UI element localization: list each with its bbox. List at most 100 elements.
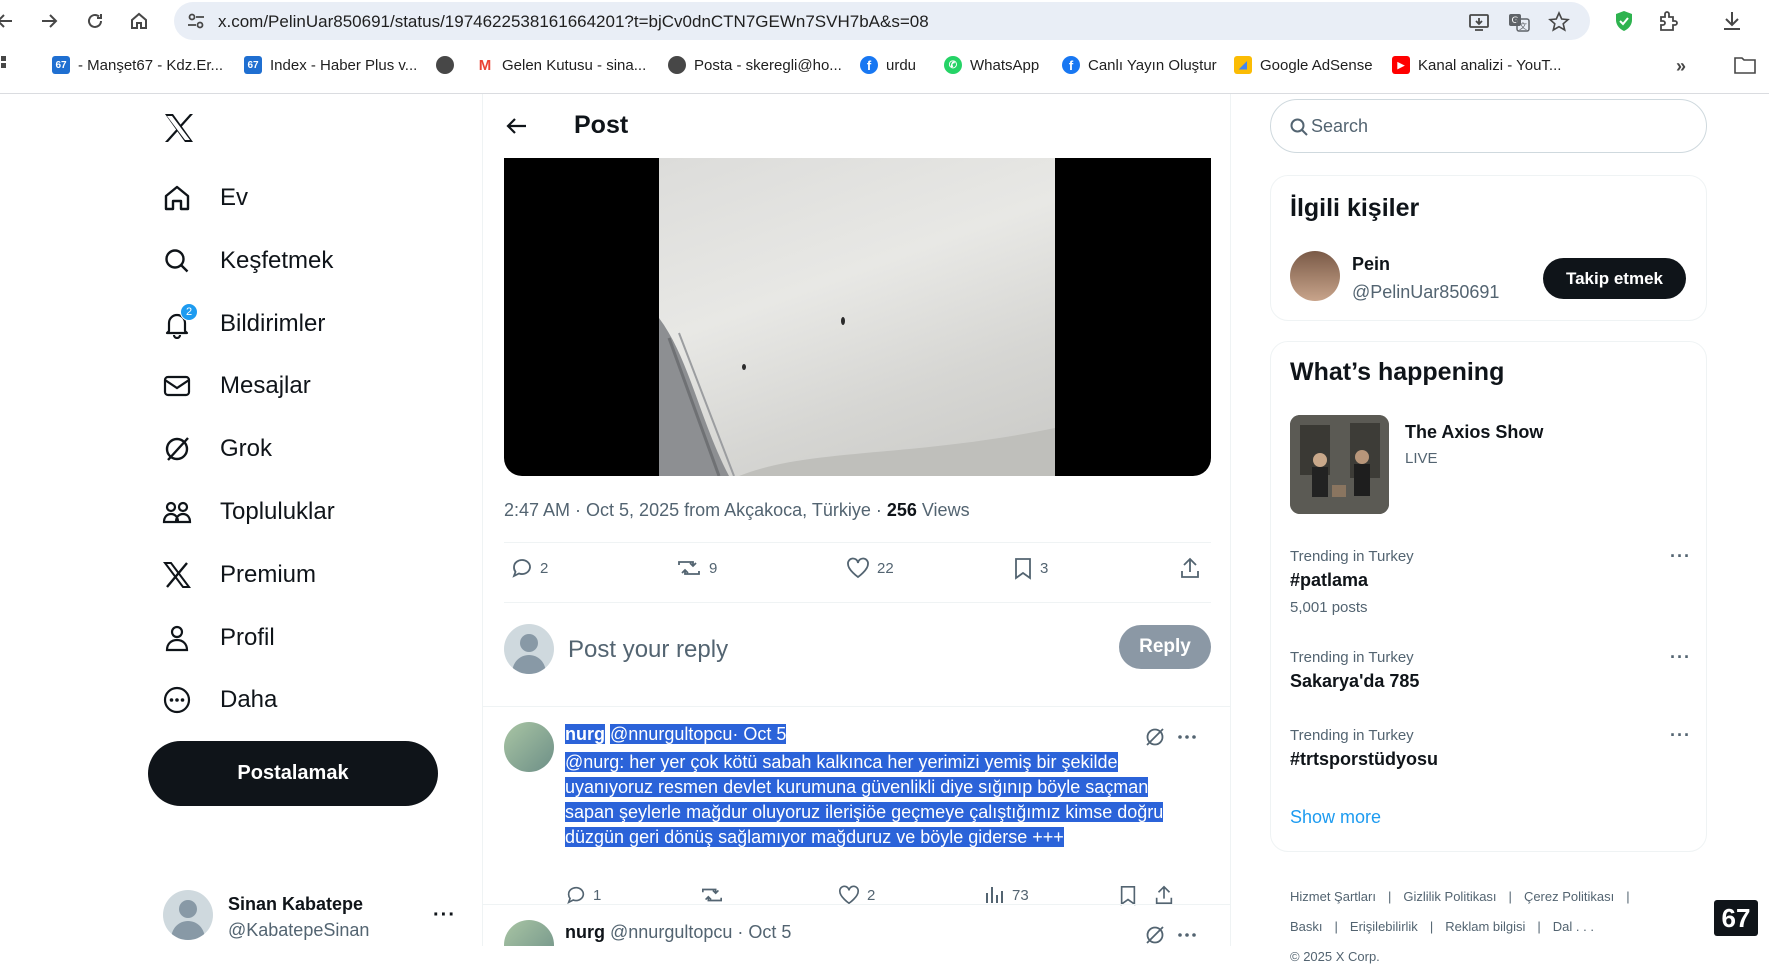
video-player[interactable] bbox=[504, 158, 1211, 476]
reply-button[interactable]: Reply bbox=[1119, 625, 1211, 669]
bookmark-globe[interactable] bbox=[436, 56, 462, 74]
grok-icon[interactable] bbox=[1144, 924, 1166, 946]
bookmark-action[interactable]: 3 bbox=[1012, 556, 1048, 580]
avatar[interactable] bbox=[1290, 251, 1340, 301]
nav-item-more[interactable]: Daha bbox=[162, 680, 277, 720]
trend-item[interactable]: Trending in Turkey #trtsporstüdyosu ··· bbox=[1290, 725, 1691, 770]
nav-label: Mesajlar bbox=[220, 372, 311, 399]
share-action[interactable] bbox=[1153, 884, 1181, 906]
nav-item-grok[interactable]: Grok bbox=[162, 429, 272, 469]
nav-item-premium[interactable]: Premium bbox=[162, 555, 316, 595]
bookmark-action[interactable] bbox=[1118, 884, 1144, 906]
more-options-icon[interactable] bbox=[1176, 726, 1198, 748]
trend-more-icon[interactable]: ··· bbox=[1670, 546, 1691, 567]
reply-date[interactable]: · Oct 5 bbox=[732, 724, 787, 744]
reply-text-content: @nurg: her yer çok kötü sabah kalkınca h… bbox=[565, 752, 1164, 847]
nav-item-messages[interactable]: Mesajlar bbox=[162, 366, 311, 406]
nav-item-notifications[interactable]: 2 Bildirimler bbox=[162, 303, 326, 344]
reply-post[interactable]: nurg @nnurgultopcu · Oct 5 bbox=[504, 920, 1211, 946]
reply-date[interactable]: · Oct 5 bbox=[737, 922, 791, 942]
like-action[interactable]: 22 bbox=[845, 556, 894, 580]
url-text[interactable]: x.com/PelinUar850691/status/197462253816… bbox=[218, 12, 929, 32]
bookmark-whatsapp[interactable]: ✆ WhatsApp bbox=[944, 56, 1039, 74]
reply-top-icons bbox=[1144, 924, 1198, 946]
address-bar[interactable]: x.com/PelinUar850691/status/197462253816… bbox=[174, 2, 1590, 40]
trend-item[interactable]: Trending in Turkey Sakarya'da 785 ··· bbox=[1290, 647, 1691, 692]
reload-icon[interactable] bbox=[82, 8, 108, 34]
bookmark-posta[interactable]: Posta - skeregli@ho... bbox=[668, 56, 842, 74]
post-timestamp[interactable]: 2:47 AM · Oct 5, 2025 from Akçakoca, Tür… bbox=[504, 500, 887, 520]
post-button[interactable]: Postalamak bbox=[148, 741, 438, 806]
browser-toolbar: x.com/PelinUar850691/status/197462253816… bbox=[0, 0, 1769, 42]
folder-icon[interactable] bbox=[1734, 56, 1756, 74]
bookmark-gmail[interactable]: M Gelen Kutusu - sina... bbox=[476, 56, 646, 74]
footer-link[interactable]: Dal . . . bbox=[1553, 919, 1594, 934]
trend-topic: #trtsporstüdyosu bbox=[1290, 749, 1439, 769]
footer-link[interactable]: Erişilebilirlik bbox=[1350, 919, 1418, 934]
apps-grid-icon[interactable] bbox=[0, 56, 10, 72]
shield-extension-icon[interactable] bbox=[1612, 9, 1636, 33]
reply-post[interactable]: nurg @nnurgultopcu· Oct 5 @nurg: her yer… bbox=[504, 722, 1211, 906]
live-title[interactable]: The Axios Show bbox=[1405, 422, 1543, 443]
bookmark-canli-yayin[interactable]: f Canlı Yayın Oluştur bbox=[1062, 56, 1217, 74]
repost-action[interactable] bbox=[699, 884, 731, 906]
trend-count: 5,001 posts bbox=[1290, 599, 1368, 616]
back-arrow-icon[interactable] bbox=[505, 114, 529, 138]
reply-action[interactable]: 1 bbox=[565, 884, 601, 906]
like-action[interactable]: 2 bbox=[837, 884, 875, 906]
more-bookmarks-icon[interactable]: » bbox=[1676, 56, 1686, 77]
reply-author-name[interactable]: nurg bbox=[565, 922, 605, 942]
show-more-link[interactable]: Show more bbox=[1290, 807, 1381, 828]
trend-more-icon[interactable]: ··· bbox=[1670, 725, 1691, 746]
trend-more-icon[interactable]: ··· bbox=[1670, 647, 1691, 668]
nav-item-profile[interactable]: Profil bbox=[162, 618, 275, 658]
grok-icon[interactable] bbox=[1144, 726, 1166, 748]
back-icon[interactable] bbox=[0, 8, 18, 34]
avatar[interactable] bbox=[504, 722, 554, 772]
x-logo-icon[interactable] bbox=[163, 112, 195, 144]
forward-icon[interactable] bbox=[36, 8, 62, 34]
views-action[interactable]: 73 bbox=[984, 884, 1029, 906]
footer-link[interactable]: Hizmet Şartları bbox=[1290, 889, 1376, 904]
more-options-icon[interactable] bbox=[1176, 924, 1198, 946]
nav-item-home[interactable]: Ev bbox=[162, 178, 248, 218]
bookmark-index-haber[interactable]: 67 Index - Haber Plus v... bbox=[244, 56, 417, 74]
trend-item[interactable]: Trending in Turkey #patlama 5,001 posts … bbox=[1290, 546, 1691, 616]
footer-link[interactable]: Çerez Politikası bbox=[1524, 889, 1614, 904]
post-meta: 2:47 AM · Oct 5, 2025 from Akçakoca, Tür… bbox=[504, 500, 970, 521]
reply-author-name[interactable]: nurg bbox=[565, 724, 605, 744]
reply-author-handle[interactable]: @nnurgultopcu bbox=[610, 922, 732, 942]
reply-input[interactable]: Post your reply bbox=[568, 636, 728, 664]
extensions-puzzle-icon[interactable] bbox=[1657, 9, 1681, 33]
views-count: 73 bbox=[1012, 886, 1029, 904]
bookmark-adsense[interactable]: ◢ Google AdSense bbox=[1234, 56, 1373, 74]
share-action[interactable] bbox=[1178, 556, 1208, 580]
bookmark-star-icon[interactable] bbox=[1548, 11, 1570, 33]
install-app-icon[interactable] bbox=[1468, 11, 1490, 33]
footer-link[interactable]: Reklam bilgisi bbox=[1445, 919, 1525, 934]
live-thumbnail[interactable] bbox=[1290, 415, 1389, 514]
nav-item-explore[interactable]: Keşfetmek bbox=[162, 241, 333, 281]
account-switcher[interactable]: Sinan Kabatepe @KabatepeSinan ··· bbox=[163, 890, 463, 946]
globe-icon bbox=[668, 56, 686, 74]
download-icon[interactable] bbox=[1720, 9, 1744, 33]
repost-action[interactable]: 9 bbox=[675, 556, 717, 580]
reply-author-handle[interactable]: @nnurgultopcu bbox=[610, 724, 733, 744]
related-person-name[interactable]: Pein bbox=[1352, 254, 1390, 275]
bookmark-urdu[interactable]: f urdu bbox=[860, 56, 916, 74]
follow-button[interactable]: Takip etmek bbox=[1543, 258, 1686, 299]
bookmark-manset67[interactable]: 67 - Manşet67 - Kdz.Er... bbox=[52, 56, 223, 74]
search-input[interactable]: Search bbox=[1270, 99, 1707, 153]
nav-item-communities[interactable]: Topluluklar bbox=[162, 492, 335, 532]
avatar[interactable] bbox=[504, 920, 554, 946]
site-info-icon[interactable] bbox=[186, 11, 206, 31]
nav-label: Bildirimler bbox=[220, 310, 326, 337]
nav-label: Grok bbox=[220, 435, 273, 462]
account-more-icon[interactable]: ··· bbox=[433, 904, 456, 927]
reply-action[interactable]: 2 bbox=[510, 556, 548, 580]
footer-link[interactable]: Gizlilik Politikası bbox=[1403, 889, 1496, 904]
bookmark-youtube[interactable]: ▶ Kanal analizi - YouT... bbox=[1392, 56, 1561, 74]
home-browser-icon[interactable] bbox=[126, 8, 152, 34]
translate-icon[interactable]: G文 bbox=[1508, 11, 1530, 33]
footer-link[interactable]: Baskı bbox=[1290, 919, 1323, 934]
